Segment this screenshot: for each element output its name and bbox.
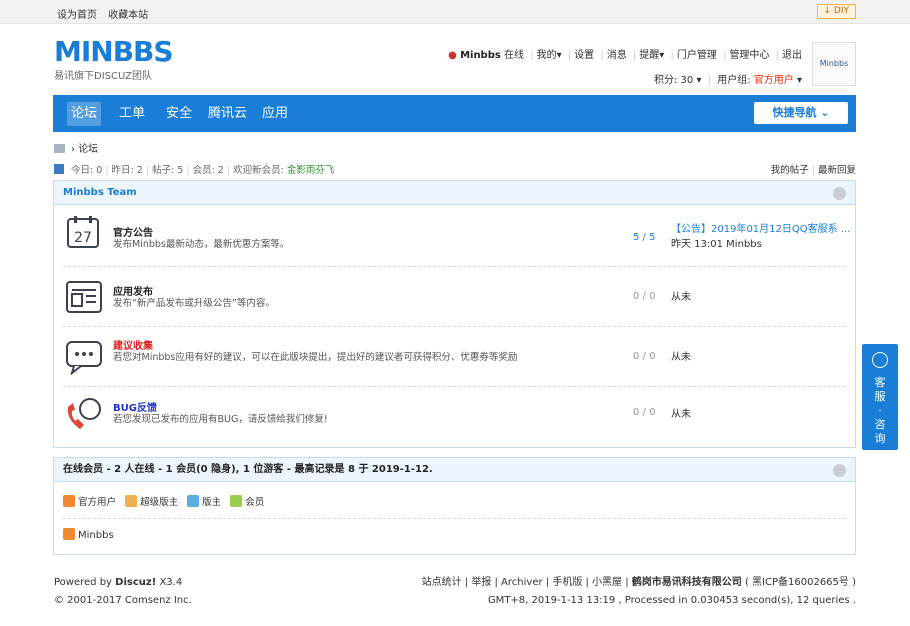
online-box: 在线会员 - 2 人在线 - 1 会员(0 隐身), 1 位游客 - 最高记录是…: [53, 457, 856, 555]
nav-security[interactable]: 安全: [162, 102, 196, 126]
forum-desc: 发布“新产品发布或升级公告”等内容。: [113, 298, 275, 309]
category-box: Minbbs Team 27 官方公告 发布Minbbs最新动态，最新优惠方案等…: [53, 180, 856, 448]
forum-stats: 今日: 0 | 昨日: 2 | 帖子: 5 | 会员: 2 | 欢迎新会员: 金…: [54, 162, 334, 176]
forum-name[interactable]: 应用发布: [113, 283, 153, 298]
top-links: 设为首页 收藏本站: [57, 6, 156, 21]
my-posts-link[interactable]: 我的帖子: [771, 165, 809, 176]
icp-link[interactable]: ( 黑ICP备16002665号 ): [745, 577, 856, 588]
forum-last-post: 【公告】2019年01月12日QQ客服系 ... 昨天 13:01 Minbbs: [671, 222, 850, 252]
avatar[interactable]: Minbbs: [812, 42, 856, 86]
forum-count: 0 / 0: [633, 407, 656, 418]
online-status: 在线: [504, 50, 525, 61]
newest-member-link[interactable]: 金影雨芬飞: [287, 165, 335, 176]
notifications-link[interactable]: 提醒: [639, 50, 659, 61]
home-icon[interactable]: [54, 144, 65, 153]
footer-left: Powered by Discuz! X3.4 © 2001-2017 Coms…: [54, 574, 192, 610]
top-bar: 设为首页 收藏本站 ↓ DIY: [0, 0, 910, 24]
service-icon: [872, 352, 888, 368]
user-group-legend: 官方用户 超级版主 版主 会员: [63, 494, 264, 508]
collapse-icon[interactable]: [833, 187, 846, 200]
category-header: Minbbs Team: [54, 181, 855, 205]
forum-last-post: 从未: [671, 409, 691, 420]
breadcrumb-current[interactable]: 论坛: [78, 144, 98, 155]
forum-last-post: 从未: [671, 352, 691, 363]
my-menu[interactable]: 我的: [537, 50, 557, 61]
latest-replies-link[interactable]: 最新回复: [818, 165, 856, 176]
forum-desc: 若您发现已发布的应用有BUG，请反馈给我们修复!: [113, 414, 328, 425]
footer-links[interactable]: 站点统计 | 举报 | Archiver | 手机版 | 小黑屋 |: [422, 577, 629, 588]
quick-nav-button[interactable]: 快捷导航 ⌄: [754, 102, 848, 124]
forum-count: 0 / 0: [633, 351, 656, 362]
header: MINBBS 易讯旗下DISCUZ团队 ● Minbbs 在线 | 我的▾ | 设置…: [0, 24, 910, 92]
release-icon: [66, 281, 102, 313]
forum-last-post: 从未: [671, 292, 691, 303]
user-icon: [125, 495, 138, 507]
last-post-meta: 昨天 13:01 Minbbs: [671, 239, 762, 250]
diy-button[interactable]: ↓ DIY: [816, 4, 856, 19]
time-info: GMT+8, 2019-1-13 13:19 , Processed in 0.…: [487, 595, 856, 606]
forum-row: BUG反馈 若您发现已发布的应用有BUG，请反馈给我们修复! 0 / 0 从未: [63, 387, 846, 443]
footer-right: 站点统计 | 举报 | Archiver | 手机版 | 小黑屋 | 鹤岗市易讯…: [422, 574, 856, 610]
forum-desc: 若您对Minbbs应用有好的建议，可以在此版块提出，提出好的建议者可获得积分、优…: [113, 352, 518, 363]
forum-row: 27 官方公告 发布Minbbs最新动态，最新优惠方案等。 5 / 5 【公告】…: [63, 215, 850, 267]
forum-name[interactable]: BUG反馈: [113, 399, 157, 414]
username-link[interactable]: Minbbs: [460, 50, 501, 61]
user-icon: [187, 495, 200, 507]
collapse-icon[interactable]: [833, 464, 846, 477]
company-link[interactable]: 鹤岗市易讯科技有限公司: [632, 577, 742, 588]
online-member[interactable]: Minbbs: [63, 528, 114, 541]
forum-name[interactable]: 官方公告: [113, 224, 153, 239]
group-link[interactable]: 官方用户: [754, 75, 794, 86]
calendar-icon: 27: [67, 216, 99, 248]
calendar-number: 27: [74, 230, 92, 246]
nav-ticket[interactable]: 工单: [115, 102, 149, 126]
logout-link[interactable]: 退出: [782, 50, 802, 61]
group-label: 用户组:: [717, 75, 751, 86]
forum-name[interactable]: 建议收集: [113, 337, 153, 352]
site-logo[interactable]: MINBBS 易讯旗下DISCUZ团队: [54, 35, 174, 83]
stats-icon: [54, 164, 64, 174]
forum-desc: 发布Minbbs最新动态，最新优惠方案等。: [113, 239, 290, 250]
customer-service-button[interactable]: 客服 · 咨询: [862, 344, 898, 450]
nav-apps[interactable]: 应用: [258, 102, 292, 126]
user-icon: [230, 495, 243, 507]
copyright: © 2001-2017 Comsenz Inc.: [54, 595, 192, 606]
nav-tencent-cloud[interactable]: 腾讯云: [204, 102, 251, 126]
user-panel: ● Minbbs 在线 | 我的▾ | 设置 | 消息 | 提醒▾ | 门户管理 | 管理中…: [448, 50, 802, 86]
set-home-link[interactable]: 设为首页: [57, 10, 97, 21]
stats-links: 我的帖子 | 最新回复: [770, 165, 856, 176]
user-icon: [63, 495, 75, 507]
phone-icon: [67, 398, 101, 429]
chat-bubble-icon: [66, 341, 102, 375]
forum-row: 建议收集 若您对Minbbs应用有好的建议，可以在此版块提出，提出好的建议者可获…: [63, 327, 846, 387]
settings-link[interactable]: 设置: [574, 50, 594, 61]
online-header: 在线会员 - 2 人在线 - 1 会员(0 隐身), 1 位游客 - 最高记录是…: [54, 458, 855, 482]
nav-forum[interactable]: 论坛: [67, 102, 102, 126]
admin-center-link[interactable]: 管理中心: [729, 50, 769, 61]
messages-link[interactable]: 消息: [607, 50, 627, 61]
logo-subtitle: 易讯旗下DISCUZ团队: [54, 71, 152, 82]
bookmark-link[interactable]: 收藏本站: [108, 10, 148, 21]
main-nav: 论坛 工单 安全 腾讯云 应用 快捷导航 ⌄: [53, 95, 856, 132]
discuz-link[interactable]: Discuz!: [115, 577, 156, 588]
forum-count: 0 / 0: [633, 291, 656, 302]
last-post-title[interactable]: 【公告】2019年01月12日QQ客服系 ...: [671, 222, 850, 237]
points-link[interactable]: 积分: 30: [654, 75, 693, 86]
portal-admin-link[interactable]: 门户管理: [677, 50, 717, 61]
forum-row: 应用发布 发布“新产品发布或升级公告”等内容。 0 / 0 从未: [63, 267, 846, 327]
breadcrumb: › 论坛: [54, 140, 98, 155]
logo-text: MINBBS: [54, 35, 174, 68]
user-icon: ●: [448, 50, 457, 61]
forum-count: 5 / 5: [633, 232, 656, 243]
user-icon: [63, 528, 75, 540]
